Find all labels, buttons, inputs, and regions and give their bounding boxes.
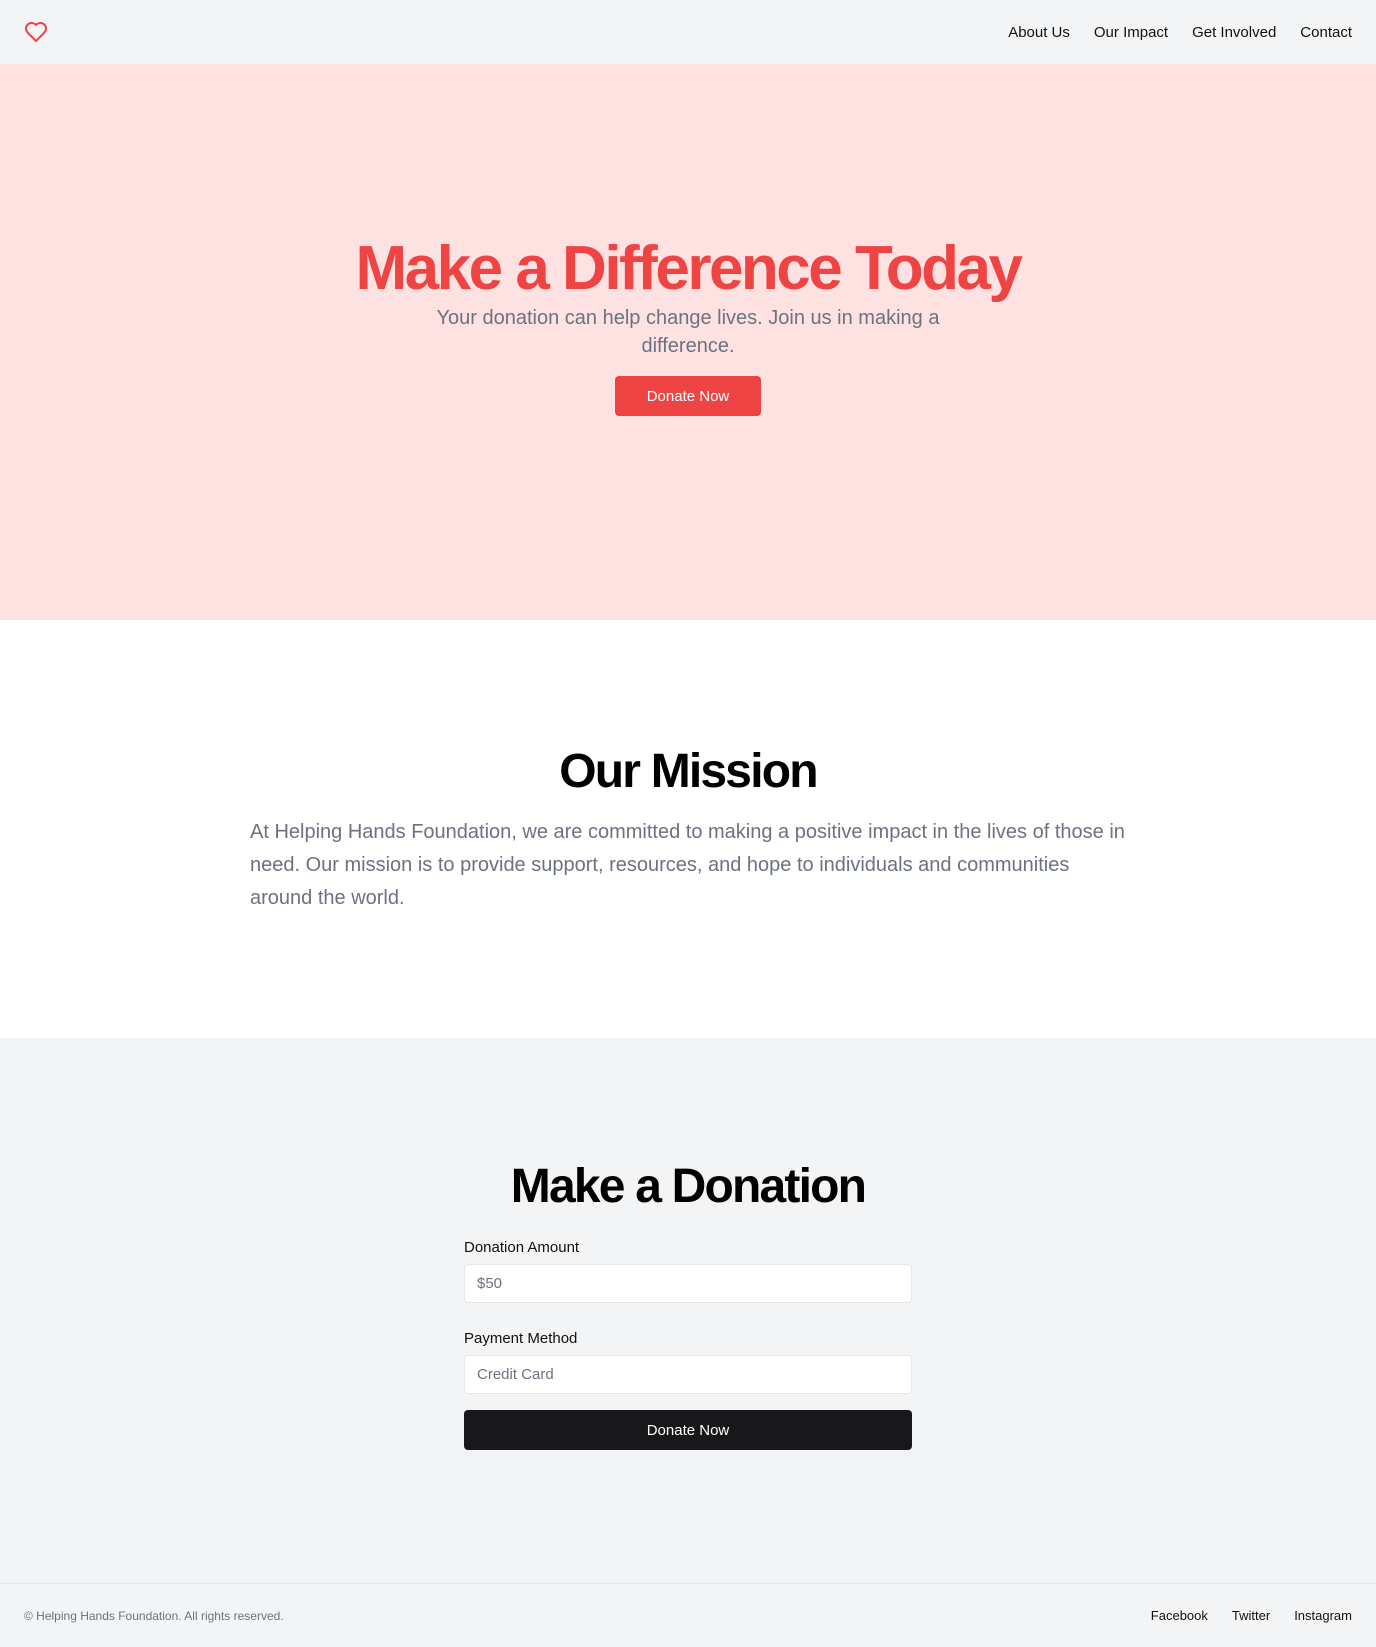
donation-section: Make a Donation Donation Amount Payment … (0, 1038, 1376, 1583)
payment-method-input[interactable] (464, 1355, 912, 1394)
donation-amount-label: Donation Amount (464, 1239, 580, 1256)
payment-method-label: Payment Method (464, 1330, 578, 1347)
donation-amount-input[interactable] (464, 1264, 912, 1303)
mission-section: Our Mission At Helping Hands Foundation,… (0, 620, 1376, 1038)
site-footer: © Helping Hands Foundation. All rights r… (0, 1583, 1376, 1647)
mission-text: At Helping Hands Foundation, we are comm… (250, 821, 1125, 909)
copyright-text: © Helping Hands Foundation. All rights r… (24, 1608, 284, 1623)
donation-form: Donation Amount Payment Method Donate No… (464, 1239, 912, 1450)
hero-title: Make a Difference Today (355, 234, 1023, 303)
nav-get-involved[interactable]: Get Involved (1192, 24, 1276, 41)
heart-icon (25, 22, 47, 42)
donate-submit-button[interactable]: Donate Now (464, 1410, 912, 1450)
donation-title: Make a Donation (510, 1160, 867, 1213)
nav-our-impact[interactable]: Our Impact (1094, 24, 1168, 41)
hero-subtitle: Your donation can help change lives. Joi… (436, 307, 940, 357)
main-nav: About Us Our Impact Get Involved Contact (1008, 24, 1352, 41)
nav-contact[interactable]: Contact (1300, 24, 1352, 41)
footer-link-facebook[interactable]: Facebook (1151, 1608, 1208, 1623)
mission-title: Our Mission (559, 745, 818, 798)
nav-about-us[interactable]: About Us (1008, 24, 1070, 41)
footer-link-twitter[interactable]: Twitter (1232, 1608, 1270, 1623)
hero-donate-button[interactable]: Donate Now (615, 376, 761, 416)
logo[interactable] (24, 20, 48, 44)
footer-link-instagram[interactable]: Instagram (1294, 1608, 1352, 1623)
social-links: Facebook Twitter Instagram (1151, 1608, 1352, 1623)
hero-section: Make a Difference Today Your donation ca… (0, 64, 1376, 620)
site-header: About Us Our Impact Get Involved Contact (0, 0, 1376, 64)
